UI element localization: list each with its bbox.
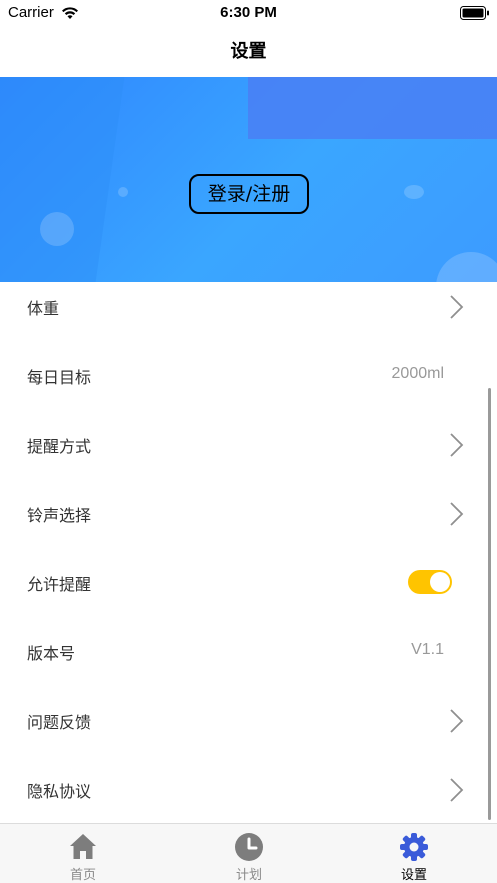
tab-plan[interactable]: 计划 <box>166 824 332 883</box>
setting-row-reminder-method[interactable]: 提醒方式 <box>0 420 497 489</box>
setting-label: 版本号 <box>27 644 76 663</box>
chevron-right-icon <box>449 501 465 531</box>
gear-icon <box>399 832 429 866</box>
setting-label: 问题反馈 <box>27 713 92 732</box>
setting-value: V1.1 <box>411 641 444 658</box>
banner-decoration <box>0 77 125 282</box>
status-bar: Carrier 6:30 PM <box>0 0 497 26</box>
banner-bubble <box>436 252 497 282</box>
setting-label: 铃声选择 <box>27 506 92 525</box>
login-register-button[interactable]: 登录/注册 <box>189 174 309 214</box>
setting-label: 提醒方式 <box>27 437 92 456</box>
banner-bubble <box>404 185 424 199</box>
setting-label: 允许提醒 <box>27 575 92 594</box>
tab-label: 设置 <box>400 868 427 883</box>
tab-label: 计划 <box>235 868 262 883</box>
tab-label: 首页 <box>69 868 96 883</box>
toggle-knob <box>430 572 450 592</box>
profile-banner: 登录/注册 <box>0 77 497 282</box>
banner-bubble <box>118 187 128 197</box>
setting-row-allow-reminder: 允许提醒 <box>0 558 497 627</box>
allow-reminder-toggle[interactable] <box>408 570 452 594</box>
chevron-right-icon <box>449 708 465 738</box>
home-icon <box>68 832 98 864</box>
chevron-right-icon <box>449 432 465 462</box>
setting-row-daily-goal[interactable]: 每日目标 2000ml <box>0 351 497 420</box>
setting-value: 2000ml <box>391 365 444 382</box>
settings-list: 体重 每日目标 2000ml 提醒方式 铃声选择 允许提醒 版本号 V1.1 问… <box>0 282 497 834</box>
page-title: 设置 <box>230 41 267 62</box>
chevron-right-icon <box>449 294 465 324</box>
setting-label: 体重 <box>27 299 60 318</box>
scrollbar[interactable] <box>488 388 491 820</box>
clock-icon <box>234 832 264 866</box>
chevron-right-icon <box>449 777 465 807</box>
setting-row-feedback[interactable]: 问题反馈 <box>0 696 497 765</box>
tab-home[interactable]: 首页 <box>0 824 166 883</box>
setting-row-weight[interactable]: 体重 <box>0 282 497 351</box>
setting-row-ringtone[interactable]: 铃声选择 <box>0 489 497 558</box>
banner-decoration <box>248 77 497 139</box>
setting-row-version: 版本号 V1.1 <box>0 627 497 696</box>
setting-label: 每日目标 <box>27 368 92 387</box>
tab-settings[interactable]: 设置 <box>331 824 497 883</box>
battery-icon <box>460 5 490 24</box>
tab-bar: 首页 计划 设置 <box>0 823 497 883</box>
setting-label: 隐私协议 <box>27 782 92 801</box>
banner-bubble <box>40 212 74 246</box>
clock-time: 6:30 PM <box>220 4 277 21</box>
